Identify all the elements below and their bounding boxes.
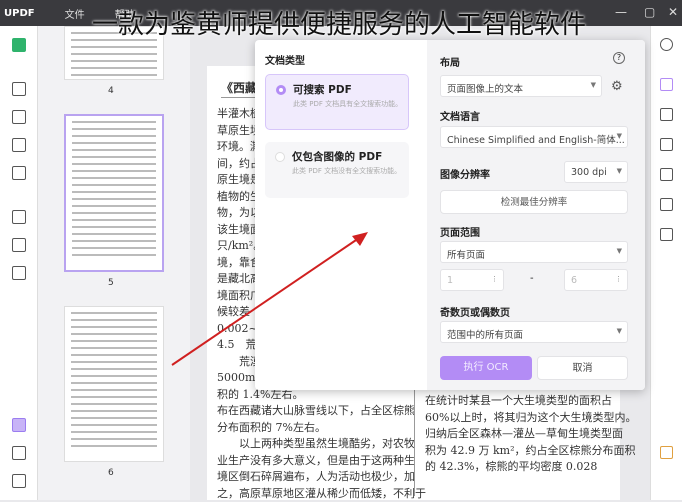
app-logo: UPDF (4, 8, 35, 19)
bookmark-icon[interactable] (12, 446, 26, 460)
menu-file[interactable]: 文件 (65, 6, 85, 21)
crop-icon[interactable] (12, 238, 26, 252)
layout-value: 页面图像上的文本 (447, 84, 523, 95)
layout-label: 布局 (440, 54, 460, 69)
text-line: 归纳后全区森林—灌丛—草甸生境类型面 (425, 426, 615, 443)
option-title: 可搜索 PDF (293, 82, 352, 97)
chevron-down-icon: ▼ (591, 81, 596, 89)
chevron-down-icon: ▼ (617, 247, 622, 255)
page-number: 5 (108, 278, 114, 288)
run-ocr-button[interactable]: 执行 OCR (440, 356, 532, 380)
radio-selected[interactable] (276, 85, 286, 95)
page-number: 6 (108, 468, 114, 478)
odd-even-label: 奇数页或偶数页 (440, 304, 510, 319)
convert-icon[interactable] (660, 108, 673, 121)
maximize-icon[interactable]: ▢ (644, 5, 655, 19)
language-label: 文档语言 (440, 108, 480, 123)
text-line: 在统计时某县一个大生境类型的面积占 (425, 393, 615, 410)
range-from-value: 1 (447, 275, 453, 286)
save-icon[interactable] (660, 198, 673, 211)
reader-icon[interactable] (12, 38, 26, 52)
option-searchable-pdf[interactable]: 可搜索 PDF 此类 PDF 文档具有全文搜索功能。 (265, 74, 409, 130)
page-thumbnail[interactable] (64, 306, 164, 462)
odd-even-value: 范围中的所有页面 (447, 330, 523, 341)
page-number: 4 (108, 86, 114, 96)
option-image-only-pdf[interactable]: 仅包含图像的 PDF 此类 PDF 文档没有全文搜索功能。 (265, 142, 409, 198)
page-range-label: 页面范围 (440, 224, 480, 239)
range-to-input[interactable]: 6⋮ (564, 269, 628, 291)
text-line: 的 42.3%，棕熊的平均密度 0.028 (425, 459, 615, 476)
left-toolbar (0, 26, 38, 500)
thumbnail-panel: 4 5 6 (38, 26, 190, 500)
page-thumbnail-selected[interactable] (64, 114, 164, 272)
chevron-down-icon: ▼ (617, 132, 622, 140)
resolution-label: 图像分辨率 (440, 166, 490, 181)
resolution-value: 300 dpi (571, 167, 607, 178)
form-icon[interactable] (12, 138, 26, 152)
right-toolbar (650, 26, 682, 500)
option-desc: 此类 PDF 文档没有全文搜索功能。 (292, 166, 402, 176)
close-icon[interactable]: ✕ (668, 5, 678, 19)
help-icon[interactable]: ? (613, 52, 625, 64)
protect-icon[interactable] (660, 138, 673, 151)
radio-unselected[interactable] (275, 152, 285, 162)
option-title: 仅包含图像的 PDF (292, 149, 382, 164)
fill-sign-icon[interactable] (12, 166, 26, 180)
text-line: 分布面积的 7%左右。 (217, 420, 407, 437)
page-range-select[interactable]: 所有页面 ▼ (440, 241, 628, 263)
text-line: 境区倒石碎屑遍布，人为活动也极少，加 (217, 469, 407, 486)
language-select[interactable]: Chinese Simplified and English-简体...▼ (440, 126, 628, 148)
layout-select[interactable]: 页面图像上的文本 ▼ (440, 75, 602, 97)
chevron-down-icon: ▼ (617, 167, 622, 175)
ai-icon[interactable] (12, 418, 26, 432)
cancel-button[interactable]: 取消 (537, 356, 628, 380)
text-line: 60%以上时，将其归为这个大生境类型内。 (425, 410, 615, 427)
odd-even-select[interactable]: 范围中的所有页面 ▼ (440, 321, 628, 343)
range-separator: - (530, 273, 534, 284)
option-desc: 此类 PDF 文档具有全文搜索功能。 (293, 99, 403, 109)
overlay-caption: 一款为鉴黄师提供便捷服务的人工智能软件 (92, 4, 586, 41)
mail-icon[interactable] (660, 228, 673, 241)
gear-icon[interactable]: ⚙ (611, 79, 623, 94)
ocr-settings-panel: 布局 ? 页面图像上的文本 ▼ ⚙ 文档语言 Chinese Simplified… (427, 40, 645, 390)
ocr-dialog: 文档类型 可搜索 PDF 此类 PDF 文档具有全文搜索功能。 仅包含图像的 P… (255, 40, 645, 390)
attachment-icon[interactable] (12, 474, 26, 488)
language-value: Chinese Simplified and English-简体... (447, 135, 625, 146)
chevron-down-icon: ▼ (617, 327, 622, 335)
organize-pages-icon[interactable] (12, 210, 26, 224)
share-icon[interactable] (660, 168, 673, 181)
comment-icon[interactable] (12, 82, 26, 96)
edit-icon[interactable] (12, 110, 26, 124)
page-range-value: 所有页面 (447, 250, 485, 261)
range-to-value: 6 (571, 275, 577, 286)
text-line: 以上两种类型虽然生境酷劣，对农牧 (217, 436, 407, 453)
range-from-input[interactable]: 1⋮ (440, 269, 504, 291)
search-icon[interactable] (660, 38, 673, 51)
text-line: 布在西藏诸大山脉雪线以下，占全区棕熊 (217, 403, 407, 420)
stepper-icon[interactable]: ⋮ (615, 275, 622, 283)
app-icon[interactable] (660, 446, 673, 459)
resolution-select[interactable]: 300 dpi ▼ (564, 161, 628, 183)
minimize-icon[interactable]: — (615, 5, 627, 19)
stepper-icon[interactable]: ⋮ (491, 275, 498, 283)
text-line: 业生产没有多大意义，但是由于这两种生 (217, 453, 407, 470)
text-line: 积为 42.9 万 km²，约占全区棕熊分布面积 (425, 443, 615, 460)
ocr-icon[interactable] (660, 78, 673, 91)
detect-resolution-button[interactable]: 检测最佳分辨率 (440, 190, 628, 214)
doc-type-label: 文档类型 (265, 52, 305, 67)
layers-icon[interactable] (12, 266, 26, 280)
